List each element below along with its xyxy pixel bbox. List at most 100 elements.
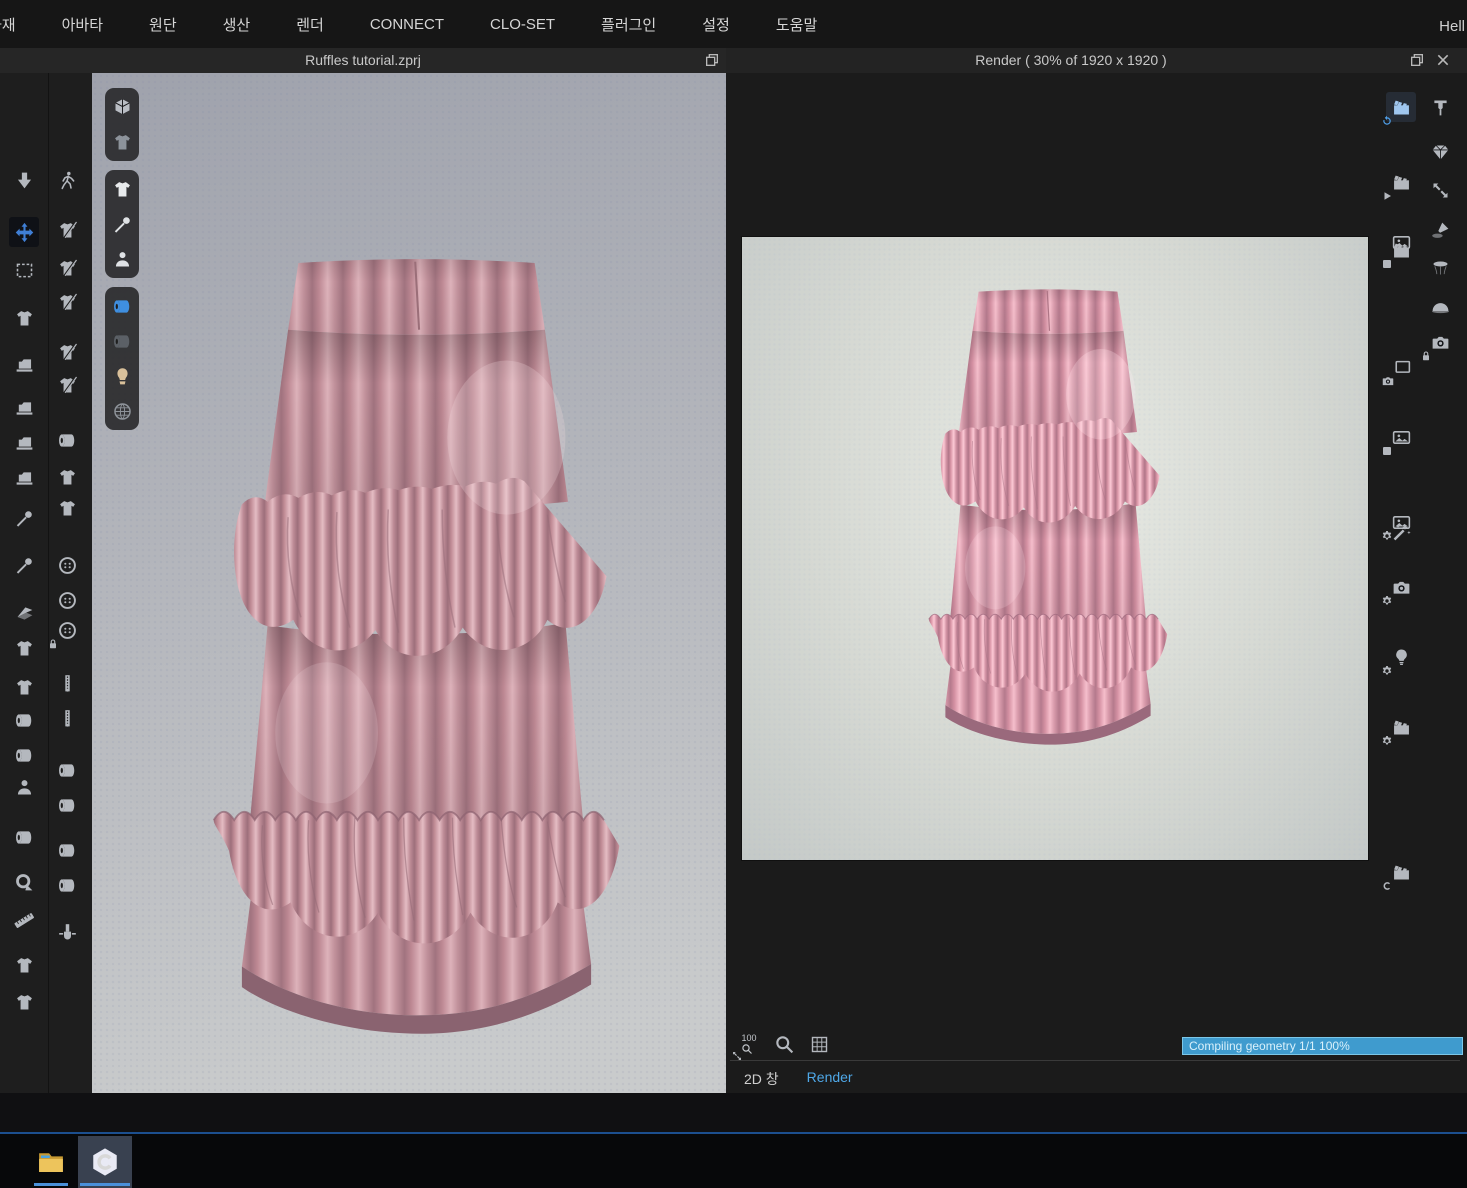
menu-connect[interactable]: CONNECT (370, 16, 444, 33)
sew-free-icon[interactable] (9, 428, 39, 458)
grid-toggle-icon[interactable] (806, 1031, 832, 1057)
gem-material-icon[interactable] (1425, 137, 1455, 167)
render-zoom-toolbar: 100 (736, 1031, 832, 1057)
show-fabric-alt-icon[interactable] (109, 328, 135, 354)
render-window: 100 Compiling geometry 1/1 100% 2D 창 Ren… (726, 73, 1467, 1100)
fabric-roll-1-icon[interactable] (52, 790, 82, 820)
lock-icon (1420, 349, 1432, 361)
pin-cut-icon[interactable] (9, 550, 39, 580)
garment-window-titlebar: Ruffles tutorial.zprj (0, 48, 726, 73)
texture-garment-1-icon[interactable] (52, 462, 82, 492)
move-light-icon[interactable] (1425, 175, 1455, 205)
camera-lock-icon[interactable] (1425, 327, 1455, 357)
render-window-title: Render ( 30% of 1920 x 1920 ) (726, 52, 1416, 68)
menu-help[interactable]: 도움말 (776, 14, 817, 35)
fit-sewing-icon[interactable] (9, 463, 39, 493)
video-settings-icon[interactable] (1386, 712, 1416, 742)
fold-arrange-icon[interactable] (9, 598, 39, 628)
render-window-close-button[interactable] (1435, 52, 1451, 68)
garment-fit-icon[interactable] (9, 303, 39, 333)
ai-wand-icon[interactable] (1386, 517, 1416, 547)
zipper-icon[interactable] (52, 703, 82, 733)
outer-garment-icon[interactable] (9, 633, 39, 663)
render-progress-text: Compiling geometry 1/1 100% (1189, 1039, 1350, 1053)
garment-window-restore-button[interactable] (704, 52, 720, 68)
menu-plugin[interactable]: 플러그인 (601, 14, 656, 35)
lift-fabric-icon[interactable] (9, 822, 39, 852)
render-image-icon[interactable] (1386, 227, 1416, 257)
3d-viewport[interactable] (92, 73, 726, 1093)
tape-measure-icon[interactable] (9, 867, 39, 897)
fabric-roll-place-1-icon[interactable] (52, 755, 82, 785)
render-settings-icon[interactable] (1386, 572, 1416, 602)
import-icon[interactable] (9, 165, 39, 195)
clone-layout-icon[interactable] (9, 672, 39, 702)
garment-measure-icon[interactable] (9, 950, 39, 980)
tab-2d-window[interactable]: 2D 창 (734, 1063, 789, 1096)
menu-settings[interactable]: 설정 (702, 14, 730, 35)
pin-icon[interactable] (9, 503, 39, 533)
show-pins-icon[interactable] (109, 211, 135, 237)
disc-light-icon[interactable] (1425, 252, 1455, 282)
sew-segment-icon[interactable] (9, 393, 39, 423)
image-browser-icon[interactable] (1386, 422, 1416, 452)
seam-tool-icon[interactable] (52, 917, 82, 947)
snapshot-icon[interactable] (1386, 354, 1416, 384)
render-window-restore-button[interactable] (1409, 52, 1425, 68)
tab-render[interactable]: Render (797, 1063, 863, 1096)
show-mannequin-icon[interactable] (109, 363, 135, 389)
dome-light-icon[interactable] (1425, 292, 1455, 322)
show-avatar-icon[interactable] (109, 246, 135, 272)
zipper-place-icon[interactable] (52, 668, 82, 698)
select-move-icon[interactable] (9, 217, 39, 247)
show-environment-icon[interactable] (109, 398, 135, 424)
file-explorer-icon[interactable] (24, 1136, 78, 1188)
walk-avatar-icon[interactable] (52, 165, 82, 195)
render-video-icon[interactable] (1386, 92, 1416, 122)
fabric-roll-place-2-icon[interactable] (52, 835, 82, 865)
view-textured-garment-icon[interactable] (109, 129, 135, 155)
trim-tool-1-icon[interactable] (52, 215, 82, 245)
garment-skirt-3d[interactable] (134, 245, 699, 1041)
render-side-toolbar (1423, 73, 1461, 773)
play-video-icon[interactable] (1386, 167, 1416, 197)
menu-render[interactable]: 렌더 (296, 14, 324, 35)
dress-avatar-icon[interactable] (9, 772, 39, 802)
fabric-roll-2-icon[interactable] (52, 870, 82, 900)
video-compile-icon[interactable] (1386, 857, 1416, 887)
clo3d-app: 자재 아바타 원단 생산 렌더 CONNECT CLO-SET 플러그인 설정 … (0, 0, 1467, 1188)
garment-measure-alt-icon[interactable] (9, 987, 39, 1017)
c-letter-icon (1381, 879, 1393, 891)
light-settings-icon[interactable] (1386, 642, 1416, 672)
view-3d-object-icon[interactable] (109, 94, 135, 120)
trim-tool-2-icon[interactable] (52, 253, 82, 283)
show-garment-icon[interactable] (109, 176, 135, 202)
show-fabric-active-icon[interactable] (109, 293, 135, 319)
menu-bar: 자재 아바타 원단 생산 렌더 CONNECT CLO-SET 플러그인 설정 … (0, 0, 1467, 48)
trim-tool-3-icon[interactable] (52, 287, 82, 317)
spotlight-icon[interactable] (1425, 215, 1455, 245)
menu-avatar[interactable]: 아바타 (62, 14, 103, 35)
menu-production[interactable]: 생산 (223, 14, 251, 35)
sync-pin-icon[interactable] (1425, 92, 1455, 122)
fabric-pieces-icon[interactable] (52, 425, 82, 455)
button-icon[interactable] (52, 585, 82, 615)
button-place-icon[interactable] (52, 550, 82, 580)
trim-tool-5-icon[interactable] (52, 370, 82, 400)
tab-divider (730, 1060, 1460, 1061)
menu-materials[interactable]: 자재 (0, 14, 16, 35)
rotate-fabric-icon[interactable] (9, 740, 39, 770)
texture-garment-2-icon[interactable] (52, 493, 82, 523)
buttonhole-lock-icon[interactable] (52, 615, 82, 645)
refresh-icon (1381, 114, 1393, 126)
trim-tool-4-icon[interactable] (52, 337, 82, 367)
clo3d-taskbar-icon[interactable] (78, 1136, 132, 1188)
fold-fabric-icon[interactable] (9, 705, 39, 735)
sew-machine-icon[interactable] (9, 350, 39, 380)
zoom-fit-icon[interactable] (771, 1031, 797, 1057)
menu-closet[interactable]: CLO-SET (490, 16, 555, 33)
box-select-icon[interactable] (9, 255, 39, 285)
account-text[interactable]: Hell (1439, 18, 1465, 35)
menu-fabric[interactable]: 원단 (149, 14, 177, 35)
ruler-icon[interactable] (9, 902, 39, 932)
